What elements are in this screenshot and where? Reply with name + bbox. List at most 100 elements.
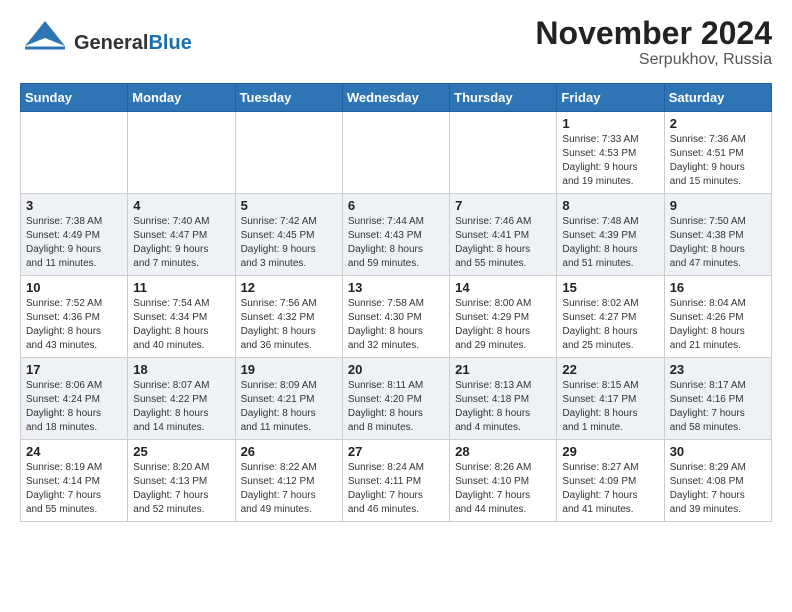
calendar-cell: 24Sunrise: 8:19 AM Sunset: 4:14 PM Dayli… (21, 440, 128, 522)
day-info: Sunrise: 8:13 AM Sunset: 4:18 PM Dayligh… (455, 379, 551, 435)
day-number: 13 (348, 280, 444, 295)
calendar-cell: 8 Sunrise: 7:48 AM Sunset: 4:39 PM Daylig… (557, 194, 664, 276)
day-number: 20 (348, 362, 444, 377)
day-info: Sunrise: 8:09 AM Sunset: 4:21 PM Dayligh… (241, 379, 337, 435)
calendar-cell (21, 112, 128, 194)
day-number: 16 (670, 280, 766, 295)
calendar-week-row: 10Sunrise: 7:52 AM Sunset: 4:36 PM Dayli… (21, 276, 772, 358)
logo-text: GeneralBlue (74, 32, 192, 55)
day-number: 17 (26, 362, 122, 377)
day-info: Sunrise: 7:42 AM Sunset: 4:45 PM Dayligh… (241, 215, 337, 271)
day-number: 11 (133, 280, 229, 295)
day-number: 1 (562, 116, 658, 131)
calendar-cell: 19 Sunrise: 8:09 AM Sunset: 4:21 PM Dayli… (235, 358, 342, 440)
logo-icon (20, 16, 70, 71)
day-number: 7 (455, 198, 551, 213)
calendar-cell: 16 Sunrise: 8:04 AM Sunset: 4:26 PM Dayli… (664, 276, 771, 358)
calendar-cell: 30Sunrise: 8:29 AM Sunset: 4:08 PM Dayli… (664, 440, 771, 522)
calendar-cell (342, 112, 449, 194)
weekday-header: Sunday (21, 84, 128, 112)
day-number: 8 (562, 198, 658, 213)
calendar-cell: 18 Sunrise: 8:07 AM Sunset: 4:22 PM Dayli… (128, 358, 235, 440)
day-number: 9 (670, 198, 766, 213)
day-number: 26 (241, 444, 337, 459)
day-number: 2 (670, 116, 766, 131)
day-info: Sunrise: 8:27 AM Sunset: 4:09 PM Dayligh… (562, 461, 658, 517)
day-info: Sunrise: 8:11 AM Sunset: 4:20 PM Dayligh… (348, 379, 444, 435)
day-number: 18 (133, 362, 229, 377)
weekday-header: Wednesday (342, 84, 449, 112)
calendar-cell: 5 Sunrise: 7:42 AM Sunset: 4:45 PM Daylig… (235, 194, 342, 276)
logo-blue: Blue (148, 32, 191, 54)
calendar-cell: 9Sunrise: 7:50 AM Sunset: 4:38 PM Daylig… (664, 194, 771, 276)
weekday-header: Saturday (664, 84, 771, 112)
day-info: Sunrise: 7:46 AM Sunset: 4:41 PM Dayligh… (455, 215, 551, 271)
day-info: Sunrise: 7:40 AM Sunset: 4:47 PM Dayligh… (133, 215, 229, 271)
calendar-cell: 23Sunrise: 8:17 AM Sunset: 4:16 PM Dayli… (664, 358, 771, 440)
calendar-week-row: 1 Sunrise: 7:33 AM Sunset: 4:53 PM Daylig… (21, 112, 772, 194)
calendar-cell: 11 Sunrise: 7:54 AM Sunset: 4:34 PM Dayli… (128, 276, 235, 358)
page: GeneralBlue November 2024 Serpukhov, Rus… (0, 0, 792, 542)
calendar-cell: 6Sunrise: 7:44 AM Sunset: 4:43 PM Daylig… (342, 194, 449, 276)
weekday-header: Monday (128, 84, 235, 112)
day-number: 24 (26, 444, 122, 459)
calendar-week-row: 3 Sunrise: 7:38 AM Sunset: 4:49 PM Daylig… (21, 194, 772, 276)
title-block: November 2024 Serpukhov, Russia (535, 16, 772, 69)
calendar-cell: 29 Sunrise: 8:27 AM Sunset: 4:09 PM Dayli… (557, 440, 664, 522)
calendar-table: SundayMondayTuesdayWednesdayThursdayFrid… (20, 83, 772, 522)
day-number: 6 (348, 198, 444, 213)
calendar-subtitle: Serpukhov, Russia (535, 51, 772, 69)
weekday-header-row: SundayMondayTuesdayWednesdayThursdayFrid… (21, 84, 772, 112)
day-number: 3 (26, 198, 122, 213)
day-number: 4 (133, 198, 229, 213)
day-info: Sunrise: 8:04 AM Sunset: 4:26 PM Dayligh… (670, 297, 766, 353)
calendar-cell (235, 112, 342, 194)
day-number: 25 (133, 444, 229, 459)
calendar-cell: 14Sunrise: 8:00 AM Sunset: 4:29 PM Dayli… (450, 276, 557, 358)
day-info: Sunrise: 8:02 AM Sunset: 4:27 PM Dayligh… (562, 297, 658, 353)
calendar-cell: 15 Sunrise: 8:02 AM Sunset: 4:27 PM Dayli… (557, 276, 664, 358)
calendar-week-row: 24Sunrise: 8:19 AM Sunset: 4:14 PM Dayli… (21, 440, 772, 522)
calendar-cell: 17 Sunrise: 8:06 AM Sunset: 4:24 PM Dayli… (21, 358, 128, 440)
calendar-cell: 12Sunrise: 7:56 AM Sunset: 4:32 PM Dayli… (235, 276, 342, 358)
day-info: Sunrise: 7:48 AM Sunset: 4:39 PM Dayligh… (562, 215, 658, 271)
weekday-header: Thursday (450, 84, 557, 112)
day-info: Sunrise: 8:17 AM Sunset: 4:16 PM Dayligh… (670, 379, 766, 435)
calendar-cell: 26Sunrise: 8:22 AM Sunset: 4:12 PM Dayli… (235, 440, 342, 522)
day-number: 28 (455, 444, 551, 459)
weekday-header: Tuesday (235, 84, 342, 112)
day-info: Sunrise: 7:58 AM Sunset: 4:30 PM Dayligh… (348, 297, 444, 353)
day-info: Sunrise: 8:26 AM Sunset: 4:10 PM Dayligh… (455, 461, 551, 517)
calendar-cell: 28 Sunrise: 8:26 AM Sunset: 4:10 PM Dayli… (450, 440, 557, 522)
day-info: Sunrise: 8:07 AM Sunset: 4:22 PM Dayligh… (133, 379, 229, 435)
day-info: Sunrise: 7:36 AM Sunset: 4:51 PM Dayligh… (670, 133, 766, 189)
calendar-cell (450, 112, 557, 194)
day-info: Sunrise: 8:15 AM Sunset: 4:17 PM Dayligh… (562, 379, 658, 435)
day-number: 15 (562, 280, 658, 295)
day-number: 10 (26, 280, 122, 295)
calendar-cell: 22Sunrise: 8:15 AM Sunset: 4:17 PM Dayli… (557, 358, 664, 440)
day-info: Sunrise: 7:54 AM Sunset: 4:34 PM Dayligh… (133, 297, 229, 353)
calendar-cell: 25 Sunrise: 8:20 AM Sunset: 4:13 PM Dayli… (128, 440, 235, 522)
day-info: Sunrise: 7:38 AM Sunset: 4:49 PM Dayligh… (26, 215, 122, 271)
calendar-cell: 21 Sunrise: 8:13 AM Sunset: 4:18 PM Dayli… (450, 358, 557, 440)
day-number: 27 (348, 444, 444, 459)
day-number: 21 (455, 362, 551, 377)
day-number: 30 (670, 444, 766, 459)
calendar-title: November 2024 (535, 16, 772, 51)
day-number: 5 (241, 198, 337, 213)
calendar-cell: 10Sunrise: 7:52 AM Sunset: 4:36 PM Dayli… (21, 276, 128, 358)
logo: GeneralBlue (20, 16, 192, 71)
calendar-cell: 1 Sunrise: 7:33 AM Sunset: 4:53 PM Daylig… (557, 112, 664, 194)
day-number: 19 (241, 362, 337, 377)
calendar-cell: 13 Sunrise: 7:58 AM Sunset: 4:30 PM Dayli… (342, 276, 449, 358)
calendar-cell: 3 Sunrise: 7:38 AM Sunset: 4:49 PM Daylig… (21, 194, 128, 276)
day-info: Sunrise: 8:00 AM Sunset: 4:29 PM Dayligh… (455, 297, 551, 353)
calendar-cell: 20 Sunrise: 8:11 AM Sunset: 4:20 PM Dayli… (342, 358, 449, 440)
day-info: Sunrise: 8:06 AM Sunset: 4:24 PM Dayligh… (26, 379, 122, 435)
day-number: 29 (562, 444, 658, 459)
calendar-cell: 4 Sunrise: 7:40 AM Sunset: 4:47 PM Daylig… (128, 194, 235, 276)
day-info: Sunrise: 7:33 AM Sunset: 4:53 PM Dayligh… (562, 133, 658, 189)
day-info: Sunrise: 8:20 AM Sunset: 4:13 PM Dayligh… (133, 461, 229, 517)
header: GeneralBlue November 2024 Serpukhov, Rus… (20, 16, 772, 71)
